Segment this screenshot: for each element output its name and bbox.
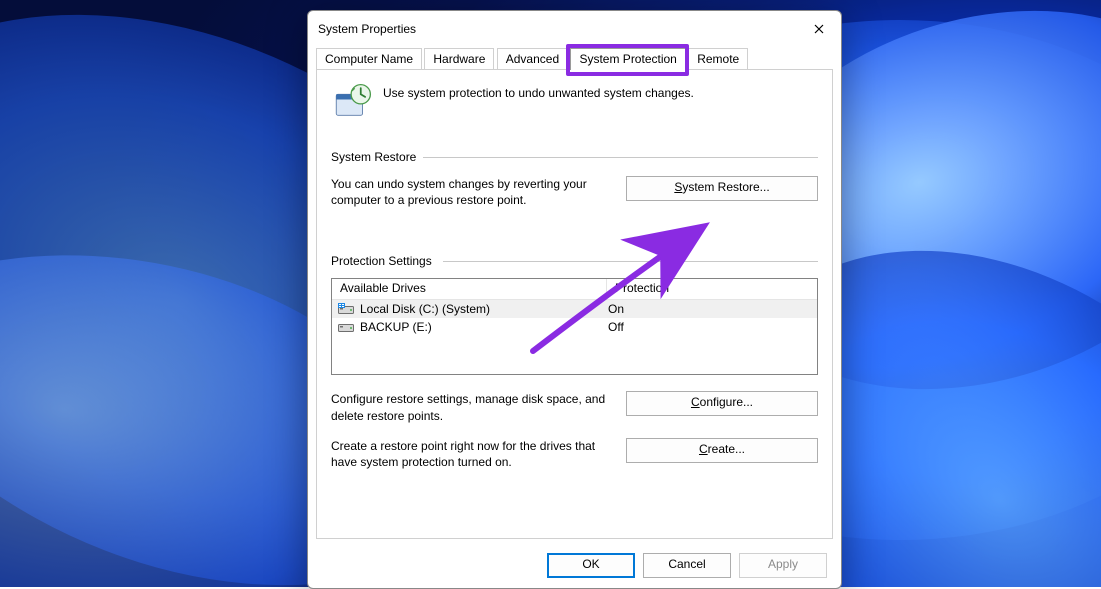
- drive-row[interactable]: Local Disk (C:) (System) On: [332, 300, 817, 318]
- drives-col-drive[interactable]: Available Drives: [332, 279, 607, 299]
- drives-col-protection[interactable]: Protection: [607, 279, 817, 299]
- tab-strip: Computer Name Hardware Advanced System P…: [316, 47, 833, 69]
- drives-table[interactable]: Available Drives Protection Local Disk (…: [331, 278, 818, 375]
- tab-computer-name[interactable]: Computer Name: [316, 48, 422, 70]
- system-restore-text: You can undo system changes by reverting…: [331, 176, 610, 208]
- create-button[interactable]: Create...: [626, 438, 818, 463]
- close-button[interactable]: [797, 11, 841, 47]
- create-text: Create a restore point right now for the…: [331, 438, 610, 470]
- drive-row[interactable]: BACKUP (E:) Off: [332, 318, 817, 336]
- drive-protection-cell: Off: [602, 320, 817, 334]
- drives-header-row: Available Drives Protection: [332, 279, 817, 300]
- ok-button[interactable]: OK: [547, 553, 635, 578]
- drive-name: Local Disk (C:) (System): [360, 302, 490, 316]
- cancel-button[interactable]: Cancel: [643, 553, 731, 578]
- tab-panel: Use system protection to undo unwanted s…: [316, 69, 833, 539]
- titlebar[interactable]: System Properties: [308, 11, 841, 47]
- drive-name-cell: Local Disk (C:) (System): [332, 302, 602, 316]
- drive-protection-cell: On: [602, 302, 817, 316]
- window-title: System Properties: [318, 22, 416, 36]
- header-text: Use system protection to undo unwanted s…: [383, 82, 694, 100]
- apply-button[interactable]: Apply: [739, 553, 827, 578]
- tab-hardware[interactable]: Hardware: [424, 48, 494, 70]
- system-properties-dialog: System Properties Computer Name Hardware…: [307, 10, 842, 589]
- close-icon: [814, 24, 824, 34]
- tab-advanced[interactable]: Advanced: [497, 48, 568, 70]
- system-restore-button[interactable]: System Restore...: [626, 176, 818, 201]
- tab-system-protection[interactable]: System Protection: [570, 48, 685, 70]
- protection-settings-group-label: Protection Settings: [331, 254, 818, 268]
- configure-text: Configure restore settings, manage disk …: [331, 391, 610, 423]
- configure-button[interactable]: Configure...: [626, 391, 818, 416]
- system-restore-icon: [331, 82, 373, 124]
- system-restore-group-label: System Restore: [331, 150, 818, 164]
- drive-name: BACKUP (E:): [360, 320, 432, 334]
- drive-name-cell: BACKUP (E:): [332, 320, 602, 334]
- tab-remote[interactable]: Remote: [688, 48, 748, 70]
- dialog-button-row: OK Cancel Apply: [547, 553, 827, 578]
- disk-icon: [338, 303, 354, 315]
- disk-icon: [338, 321, 354, 333]
